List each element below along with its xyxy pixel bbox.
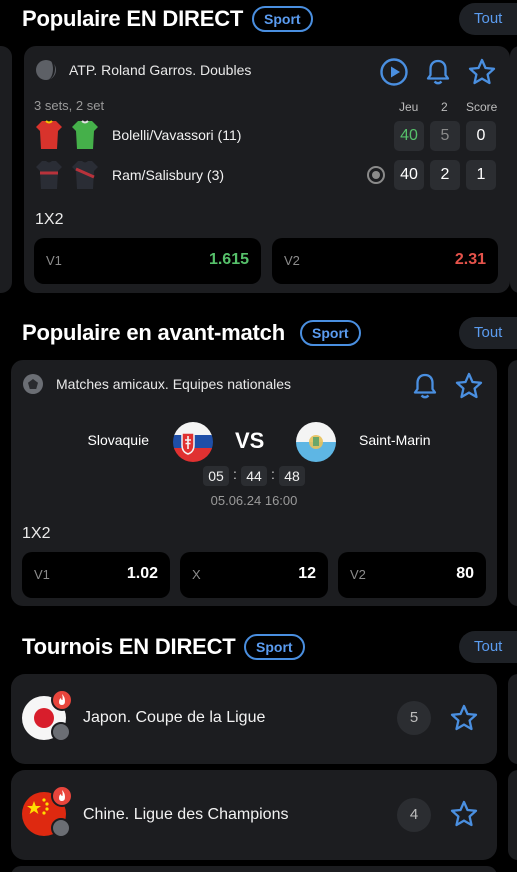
hot-fire-icon <box>51 785 73 807</box>
prematch-odd-v1-button[interactable]: V1 1.02 <box>22 552 170 598</box>
favorite-star-icon[interactable] <box>466 56 498 88</box>
prev-live-card-edge[interactable] <box>0 46 12 293</box>
timer-separator: : <box>233 466 237 482</box>
odd-value: 80 <box>456 565 474 582</box>
match-datetime: 05.06.24 16:00 <box>210 493 298 508</box>
prematch-section-header: Populaire en avant-match Sport Tout <box>0 314 517 354</box>
odd-value: 1.615 <box>208 251 249 268</box>
odd-label: V1 <box>34 567 50 582</box>
col-set-header: 2 <box>441 100 448 114</box>
football-badge-icon <box>51 722 71 742</box>
odd-label: X <box>192 567 201 582</box>
team2-shirt2-icon <box>72 159 98 191</box>
tournament-count: 5 <box>397 701 431 735</box>
team1-name: Bolelli/Vavassori (11) <box>112 127 242 143</box>
tournament-item-partial[interactable] <box>11 866 497 872</box>
notification-bell-icon[interactable] <box>422 56 454 88</box>
prematch-odd-x-button[interactable]: X 12 <box>180 552 328 598</box>
live-match-card[interactable]: ATP. Roland Garros. Doubles 3 sets, 2 se… <box>24 46 510 293</box>
prematch-all-button[interactable]: Tout <box>459 317 517 349</box>
live-all-button[interactable]: Tout <box>459 3 517 35</box>
prematch-odd-v2-button[interactable]: V2 80 <box>338 552 486 598</box>
prematch-section-title: Populaire en avant-match <box>22 320 285 345</box>
serving-indicator-icon <box>367 166 385 184</box>
live-league-name: ATP. Roland Garros. Doubles <box>69 62 252 78</box>
odd-label: V2 <box>284 253 300 268</box>
favorite-star-icon[interactable] <box>453 370 485 402</box>
next-prematch-card-edge[interactable] <box>508 360 517 606</box>
prematch-sport-filter[interactable]: Sport <box>300 320 361 346</box>
tournament-item-japan[interactable]: Japon. Coupe de la Ligue 5 <box>11 674 497 764</box>
play-stream-icon[interactable] <box>378 56 410 88</box>
tournaments-all-button[interactable]: Tout <box>459 631 517 663</box>
live-market-label: 1X2 <box>35 211 64 228</box>
live-section-header: Populaire EN DIRECT Sport Tout <box>0 0 517 40</box>
odd-label: V1 <box>46 253 62 268</box>
odd-value: 1.02 <box>126 565 158 582</box>
san-marino-flag-icon <box>296 422 336 462</box>
team2-shirt-icon <box>36 159 62 191</box>
timer-minutes: 44 <box>241 466 267 486</box>
favorite-star-icon[interactable] <box>448 702 480 734</box>
live-sport-filter[interactable]: Sport <box>252 6 313 32</box>
team1-row: Bolelli/Vavassori (11) <box>36 116 241 154</box>
home-team-name: Slovaquie <box>87 432 150 448</box>
tournament-count: 4 <box>397 798 431 832</box>
live-match-status: 3 sets, 2 set <box>34 98 105 113</box>
football-icon <box>23 374 43 394</box>
tournament-name: Chine. Ligue des Champions <box>83 806 289 823</box>
slovakia-flag-icon <box>173 422 213 462</box>
team1-shirt2-icon <box>72 119 98 151</box>
notification-bell-icon[interactable] <box>409 370 441 402</box>
tournaments-section-header: Tournois EN DIRECT Sport Tout <box>0 628 517 668</box>
odd-label: V2 <box>350 567 366 582</box>
team1-shirt-icon <box>36 119 62 151</box>
tournaments-section-title: Tournois EN DIRECT <box>22 634 236 659</box>
timer-hours: 05 <box>203 466 229 486</box>
team2-game: 40 <box>394 160 424 190</box>
football-badge-icon <box>51 818 71 838</box>
col-game-header: Jeu <box>399 100 419 114</box>
prematch-league-name: Matches amicaux. Equipes nationales <box>56 376 292 392</box>
team1-score: 0 <box>466 121 496 151</box>
team1-game: 40 <box>394 121 424 151</box>
live-odd-v2-button[interactable]: V2 2.31 <box>272 238 498 284</box>
next-tournament-card-edge[interactable] <box>508 674 517 764</box>
team2-score: 1 <box>466 160 496 190</box>
team2-name: Ram/Salisbury (3) <box>112 167 225 183</box>
team1-set: 5 <box>430 121 460 151</box>
prematch-match-card[interactable]: Matches amicaux. Equipes nationales Slov… <box>11 360 497 606</box>
away-team-name: Saint-Marin <box>359 432 431 448</box>
next-live-card-edge[interactable] <box>510 46 517 293</box>
next-tournament-card-edge[interactable] <box>508 770 517 860</box>
odd-value: 2.31 <box>454 251 486 268</box>
team2-set: 2 <box>430 160 460 190</box>
prematch-market-label: 1X2 <box>22 525 51 542</box>
versus-label: VS <box>235 428 265 453</box>
hot-fire-icon <box>51 689 73 711</box>
team2-row: Ram/Salisbury (3) <box>36 156 224 194</box>
tournament-name: Japon. Coupe de la Ligue <box>83 709 266 726</box>
col-score-header: Score <box>466 100 498 114</box>
favorite-star-icon[interactable] <box>448 798 480 830</box>
live-odd-v1-button[interactable]: V1 1.615 <box>34 238 261 284</box>
timer-separator: : <box>271 466 275 482</box>
timer-seconds: 48 <box>279 466 305 486</box>
tournament-item-china[interactable]: Chine. Ligue des Champions 4 <box>11 770 497 860</box>
odd-value: 12 <box>298 565 316 582</box>
live-section-title: Populaire EN DIRECT <box>22 6 244 31</box>
tournaments-sport-filter[interactable]: Sport <box>244 634 305 660</box>
tennis-ball-icon <box>36 58 56 80</box>
